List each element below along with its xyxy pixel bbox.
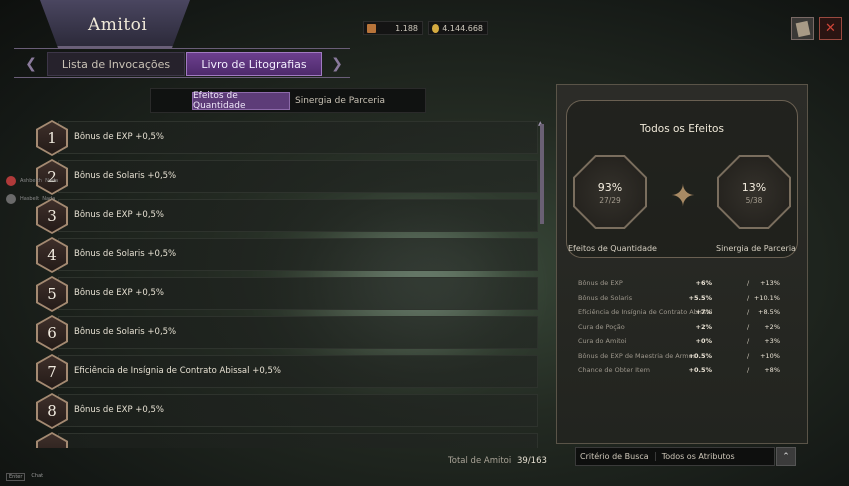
filter-toggle-button[interactable]: ⌃ (776, 447, 796, 466)
effect-synergy-value: +8.5% (758, 308, 780, 316)
list-item-text: Bônus de EXP +0,5% (74, 405, 165, 415)
separator: / (747, 293, 750, 302)
subtab-sinergia-de-parceria[interactable]: Sinergia de Parceria (292, 92, 388, 110)
separator: / (747, 366, 750, 374)
effect-quantity-value: +0% (695, 337, 712, 345)
window-title: Amitoi (88, 15, 148, 35)
separator: / (747, 322, 750, 331)
enter-key: Enter (6, 473, 26, 481)
effect-row: Cura de Poção +2% / +2% (570, 323, 792, 337)
gold-coin-icon (432, 23, 440, 33)
synergy-percent: 13% (741, 181, 767, 194)
list-item-text: Bônus de EXP +0,5% (74, 132, 165, 142)
effect-synergy-value: +10% (760, 351, 780, 360)
filter-label: Critério de Busca (576, 452, 656, 461)
filter-value: Todos os Atributos (661, 452, 735, 461)
effect-name: Bônus de Solaris (578, 293, 633, 302)
effect-synergy-value: +2% (764, 322, 780, 331)
book-icon (795, 20, 810, 37)
list-item-text: Bônus de EXP +0,5% (74, 288, 165, 298)
synergy-label: Sinergia de Parceria (716, 244, 796, 253)
effect-quantity-value: +0.5% (688, 351, 712, 360)
separator: / (747, 279, 750, 287)
chevron-right-icon: ❯ (331, 56, 343, 72)
list-item-text: Bônus de Solaris +0,5% (74, 327, 177, 337)
effect-synergy-value: +10.1% (753, 293, 780, 302)
key-hints: Enter Chat (6, 473, 43, 481)
list-item-text: Eficiência de Insígnia de Contrato Abiss… (74, 366, 281, 376)
chat-name: Hasbelt (20, 196, 40, 202)
effect-row: Bônus de EXP de Maestria de Armas +0.5% … (570, 352, 792, 366)
avatar (6, 194, 16, 204)
list-item-text: Bônus de Solaris +0,5% (74, 249, 177, 259)
currency-gold: 4.144.668 (428, 21, 488, 35)
separator: / (747, 337, 750, 345)
chat-name: Ashbelth (20, 178, 42, 184)
effect-quantity-value: +7% (695, 308, 712, 316)
avatar (6, 176, 16, 186)
book-button[interactable] (791, 17, 814, 40)
effect-synergy-value: +13% (760, 279, 780, 287)
effect-synergy-value: +3% (764, 337, 780, 345)
list-item-text: Bônus de EXP +0,5% (74, 210, 165, 220)
effect-quantity-value: +0.5% (688, 366, 712, 374)
quantity-fraction: 27/29 (599, 196, 621, 205)
list-item[interactable] (58, 433, 538, 448)
effect-name: Chance de Obter Item (578, 366, 650, 374)
total-amitoi-label: Total de Amitoi (448, 456, 512, 466)
quantity-percent: 93% (597, 181, 623, 194)
separator: / (747, 351, 750, 360)
quantity-label: Efeitos de Quantidade (568, 244, 657, 253)
effect-row: Eficiência de Insígnia de Contrato Abiss… (570, 308, 792, 322)
synergy-fraction: 5/38 (745, 196, 763, 205)
effect-name: Cura do Amitoi (578, 337, 627, 345)
scroll-ticket-icon (367, 23, 376, 33)
chat-text: Nada (42, 196, 56, 202)
currency-scroll: 1.188 (363, 21, 423, 35)
list-scrollbar[interactable] (540, 124, 544, 224)
close-button[interactable]: ✕ (819, 17, 842, 40)
effect-name: Bônus de EXP de Maestria de Armas (578, 351, 697, 360)
effect-name: Cura de Poção (578, 322, 625, 331)
effect-row: Chance de Obter Item +0.5% / +8% (570, 366, 792, 380)
filter-select[interactable]: Critério de Busca Todos os Atributos (575, 447, 775, 466)
chat-line: Hasbelt Nada (6, 194, 55, 204)
effect-quantity-value: +6% (695, 279, 712, 287)
subtab-efeitos-de-quantidade[interactable]: Efeitos de Quantidade (192, 91, 290, 111)
tab-livro-de-litografias[interactable]: Livro de Litografias (186, 52, 322, 76)
total-amitoi-value: 39/163 (517, 456, 547, 466)
list-item-text: Bônus de Solaris +0,5% (74, 171, 177, 181)
tab-lista-de-invocacoes[interactable]: Lista de Invocações (47, 52, 185, 76)
effect-row: Bônus de Solaris +5.5% / +10.1% (570, 294, 792, 308)
effects-panel-title: Todos os Efeitos (640, 123, 724, 135)
effect-quantity-value: +5.5% (688, 293, 712, 302)
separator: / (747, 308, 750, 316)
compass-star-icon: ✦ (670, 178, 696, 214)
effect-name: Bônus de EXP (578, 279, 623, 287)
chat-line: Ashbelth Nada (6, 176, 58, 186)
lithography-list: 1 Bônus de EXP +0,5% 2 Bônus de Solaris … (0, 118, 548, 448)
effect-row: Bônus de EXP +6% / +13% (570, 279, 792, 293)
close-icon: ✕ (825, 21, 836, 36)
chat-text: Nada (45, 178, 59, 184)
effect-synergy-value: +8% (764, 366, 780, 374)
effect-quantity-value: +2% (695, 322, 712, 331)
chevron-up-icon: ⌃ (782, 451, 790, 462)
effect-name: Eficiência de Insígnia de Contrato Abiss… (578, 308, 713, 316)
chat-key-label: Chat (31, 473, 44, 479)
effect-row: Cura do Amitoi +0% / +3% (570, 337, 792, 351)
chevron-left-icon: ❮ (25, 56, 37, 72)
